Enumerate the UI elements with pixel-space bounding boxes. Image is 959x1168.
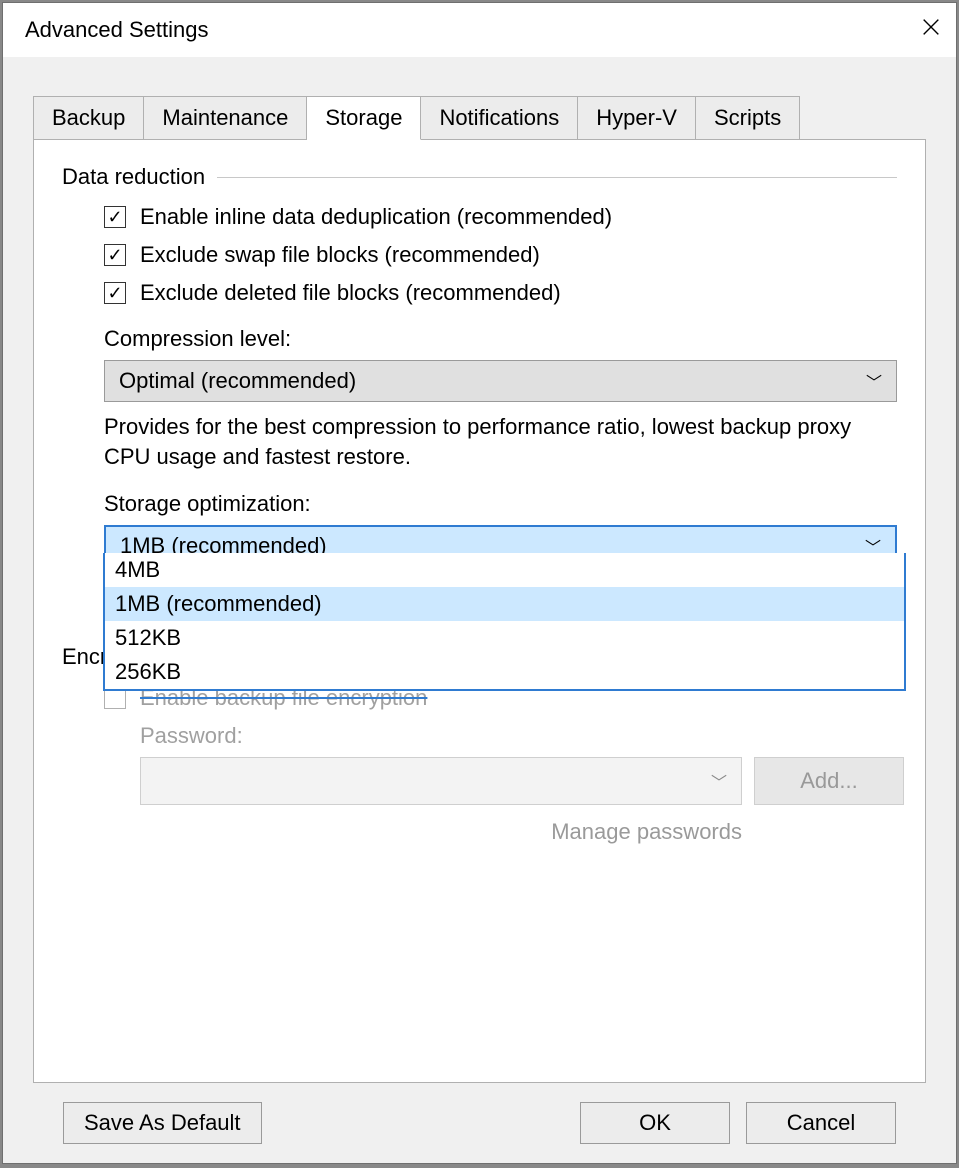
dialog-title: Advanced Settings bbox=[25, 17, 920, 43]
tab-storage[interactable]: Storage bbox=[307, 96, 421, 140]
storage-opt-option-4mb[interactable]: 4MB bbox=[105, 553, 904, 587]
password-select: ﹀ bbox=[140, 757, 742, 805]
compression-help: Provides for the best compression to per… bbox=[104, 412, 897, 471]
data-reduction-body: Enable inline data deduplication (recomm… bbox=[62, 204, 897, 567]
storage-opt-label: Storage optimization: bbox=[104, 491, 897, 517]
storage-opt-dropdown[interactable]: 4MB 1MB (recommended) 512KB 256KB bbox=[103, 553, 906, 691]
tab-scripts[interactable]: Scripts bbox=[696, 96, 800, 140]
group-data-reduction-label: Data reduction bbox=[62, 164, 205, 190]
storage-opt-option-256kb[interactable]: 256KB bbox=[105, 655, 904, 689]
tab-maintenance[interactable]: Maintenance bbox=[144, 96, 307, 140]
close-icon[interactable] bbox=[920, 16, 942, 44]
compression-label: Compression level: bbox=[104, 326, 897, 352]
compression-value: Optimal (recommended) bbox=[119, 368, 356, 394]
tab-backup[interactable]: Backup bbox=[33, 96, 144, 140]
encryption-body: Enable backup file encryption Password: … bbox=[104, 685, 904, 845]
titlebar: Advanced Settings bbox=[3, 3, 956, 57]
checkbox-swap[interactable]: Exclude swap file blocks (recommended) bbox=[104, 242, 897, 268]
group-encryption-label-fragment: Encr bbox=[62, 644, 107, 670]
checkbox-icon[interactable] bbox=[104, 282, 126, 304]
storage-opt-option-512kb[interactable]: 512KB bbox=[105, 621, 904, 655]
content-area: Backup Maintenance Storage Notifications… bbox=[3, 57, 956, 1163]
checkbox-icon[interactable] bbox=[104, 244, 126, 266]
tabstrip: Backup Maintenance Storage Notifications… bbox=[33, 95, 926, 139]
add-password-button: Add... bbox=[754, 757, 904, 805]
checkbox-swap-label: Exclude swap file blocks (recommended) bbox=[140, 242, 540, 268]
save-as-default-button[interactable]: Save As Default bbox=[63, 1102, 262, 1144]
dialog-footer: Save As Default OK Cancel bbox=[33, 1083, 926, 1163]
tab-panel-storage: Data reduction Enable inline data dedupl… bbox=[33, 139, 926, 1083]
dialog-window: Advanced Settings Backup Maintenance Sto… bbox=[2, 2, 957, 1164]
tab-hyperv[interactable]: Hyper-V bbox=[578, 96, 696, 140]
manage-passwords-link: Manage passwords bbox=[140, 805, 904, 845]
cancel-button[interactable]: Cancel bbox=[746, 1102, 896, 1144]
checkbox-icon[interactable] bbox=[104, 206, 126, 228]
ok-button[interactable]: OK bbox=[580, 1102, 730, 1144]
checkbox-deleted-label: Exclude deleted file blocks (recommended… bbox=[140, 280, 561, 306]
compression-select[interactable]: Optimal (recommended) ﹀ bbox=[104, 360, 897, 402]
password-label: Password: bbox=[140, 723, 904, 749]
tab-notifications[interactable]: Notifications bbox=[421, 96, 578, 140]
checkbox-dedup[interactable]: Enable inline data deduplication (recomm… bbox=[104, 204, 897, 230]
checkbox-dedup-label: Enable inline data deduplication (recomm… bbox=[140, 204, 612, 230]
storage-opt-option-1mb[interactable]: 1MB (recommended) bbox=[105, 587, 904, 621]
chevron-down-icon: ﹀ bbox=[866, 369, 882, 393]
divider bbox=[217, 177, 897, 178]
checkbox-deleted[interactable]: Exclude deleted file blocks (recommended… bbox=[104, 280, 897, 306]
group-data-reduction: Data reduction bbox=[62, 164, 897, 190]
chevron-down-icon: ﹀ bbox=[711, 769, 727, 793]
